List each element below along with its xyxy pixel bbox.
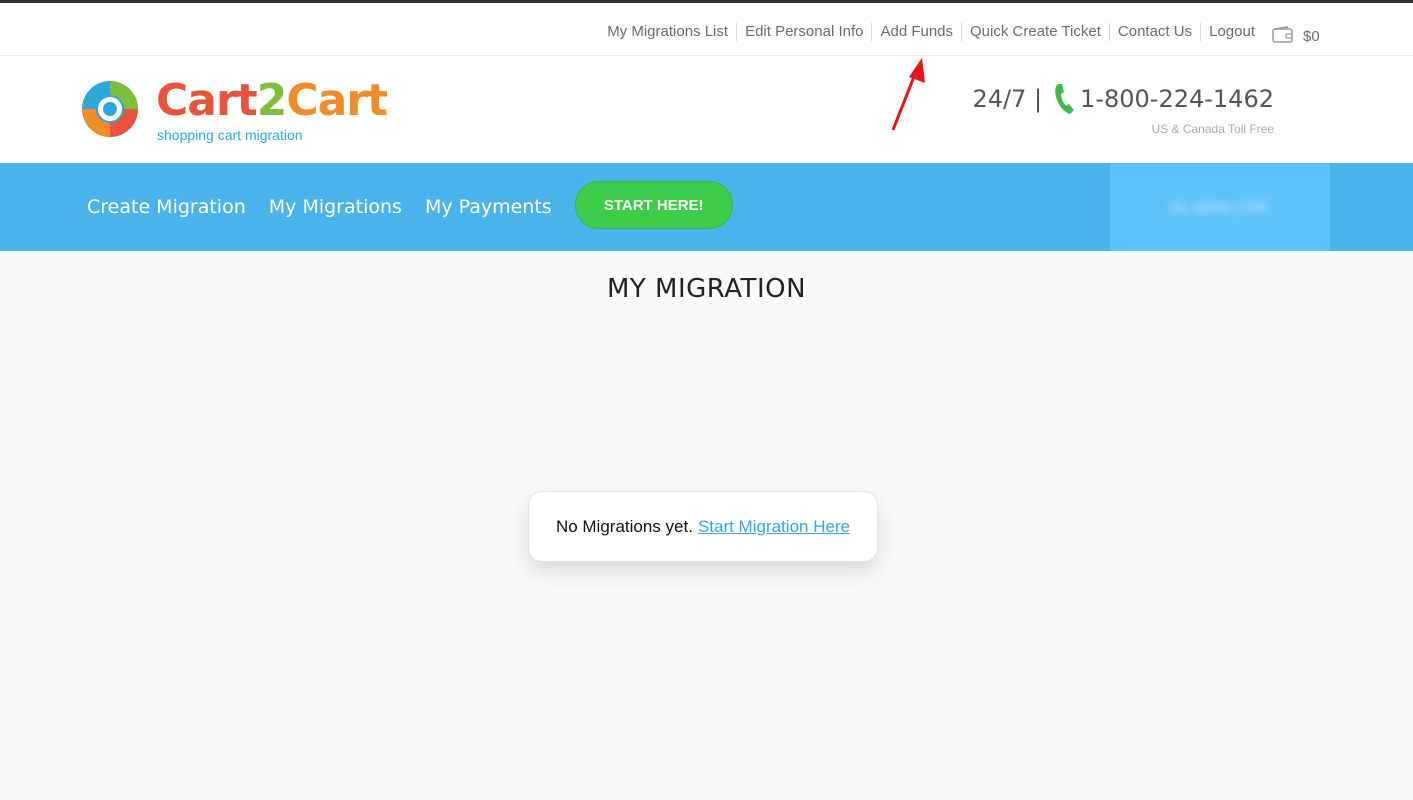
empty-state-card: No Migrations yet. Start Migration Here	[528, 491, 878, 562]
logo-tagline: shopping cart migration	[157, 127, 303, 143]
wallet-balance[interactable]: $0	[1272, 25, 1320, 45]
cart2cart-logo[interactable]: Cart2Cart shopping cart migration	[76, 71, 388, 146]
start-migration-link[interactable]: Start Migration Here	[698, 517, 850, 537]
logo-swirl-icon	[82, 81, 138, 137]
top-utility-bar: My Migrations List Edit Personal Info Ad…	[0, 3, 1413, 56]
phone-icon	[1055, 84, 1075, 114]
logo-wordmark: Cart2Cart	[156, 75, 388, 126]
wallet-icon	[1272, 26, 1293, 43]
site-header: Cart2Cart shopping cart migration 24/7 |…	[0, 56, 1413, 163]
top-link-add-funds[interactable]: Add Funds	[872, 23, 963, 41]
top-link-edit-personal-info[interactable]: Edit Personal Info	[737, 23, 873, 41]
nav-create-migration[interactable]: Create Migration	[87, 196, 246, 218]
empty-state-text: No Migrations yet.	[555, 516, 693, 536]
top-link-my-migrations-list[interactable]: My Migrations List	[607, 23, 738, 41]
start-here-button[interactable]: START HERE!	[574, 181, 733, 229]
support-phone: 24/7 | 1-800-224-1462 US & Canada Toll F…	[972, 82, 1274, 136]
top-link-contact-us[interactable]: Contact Us	[1110, 23, 1202, 41]
top-link-quick-create-ticket[interactable]: Quick Create Ticket	[962, 23, 1110, 41]
page-title: MY MIGRATION	[606, 274, 807, 304]
phone-number[interactable]: 1-800-224-1462	[1080, 85, 1274, 113]
top-links: My Migrations List Edit Personal Info Ad…	[607, 23, 1263, 41]
nav-my-payments[interactable]: My Payments	[425, 196, 552, 218]
phone-note: US & Canada Toll Free	[1151, 122, 1274, 136]
wallet-amount: $0	[1303, 28, 1320, 45]
annotation-arrow-icon	[891, 58, 925, 131]
account-menu[interactable]: Hi, admin CDE	[1110, 163, 1330, 251]
account-label: Hi, admin CDE	[1170, 198, 1270, 216]
main-navigation: Create Migration My Migrations My Paymen…	[0, 163, 1413, 251]
top-link-logout[interactable]: Logout	[1201, 23, 1263, 41]
phone-availability: 24/7 |	[972, 85, 1043, 113]
nav-my-migrations[interactable]: My Migrations	[269, 196, 402, 218]
